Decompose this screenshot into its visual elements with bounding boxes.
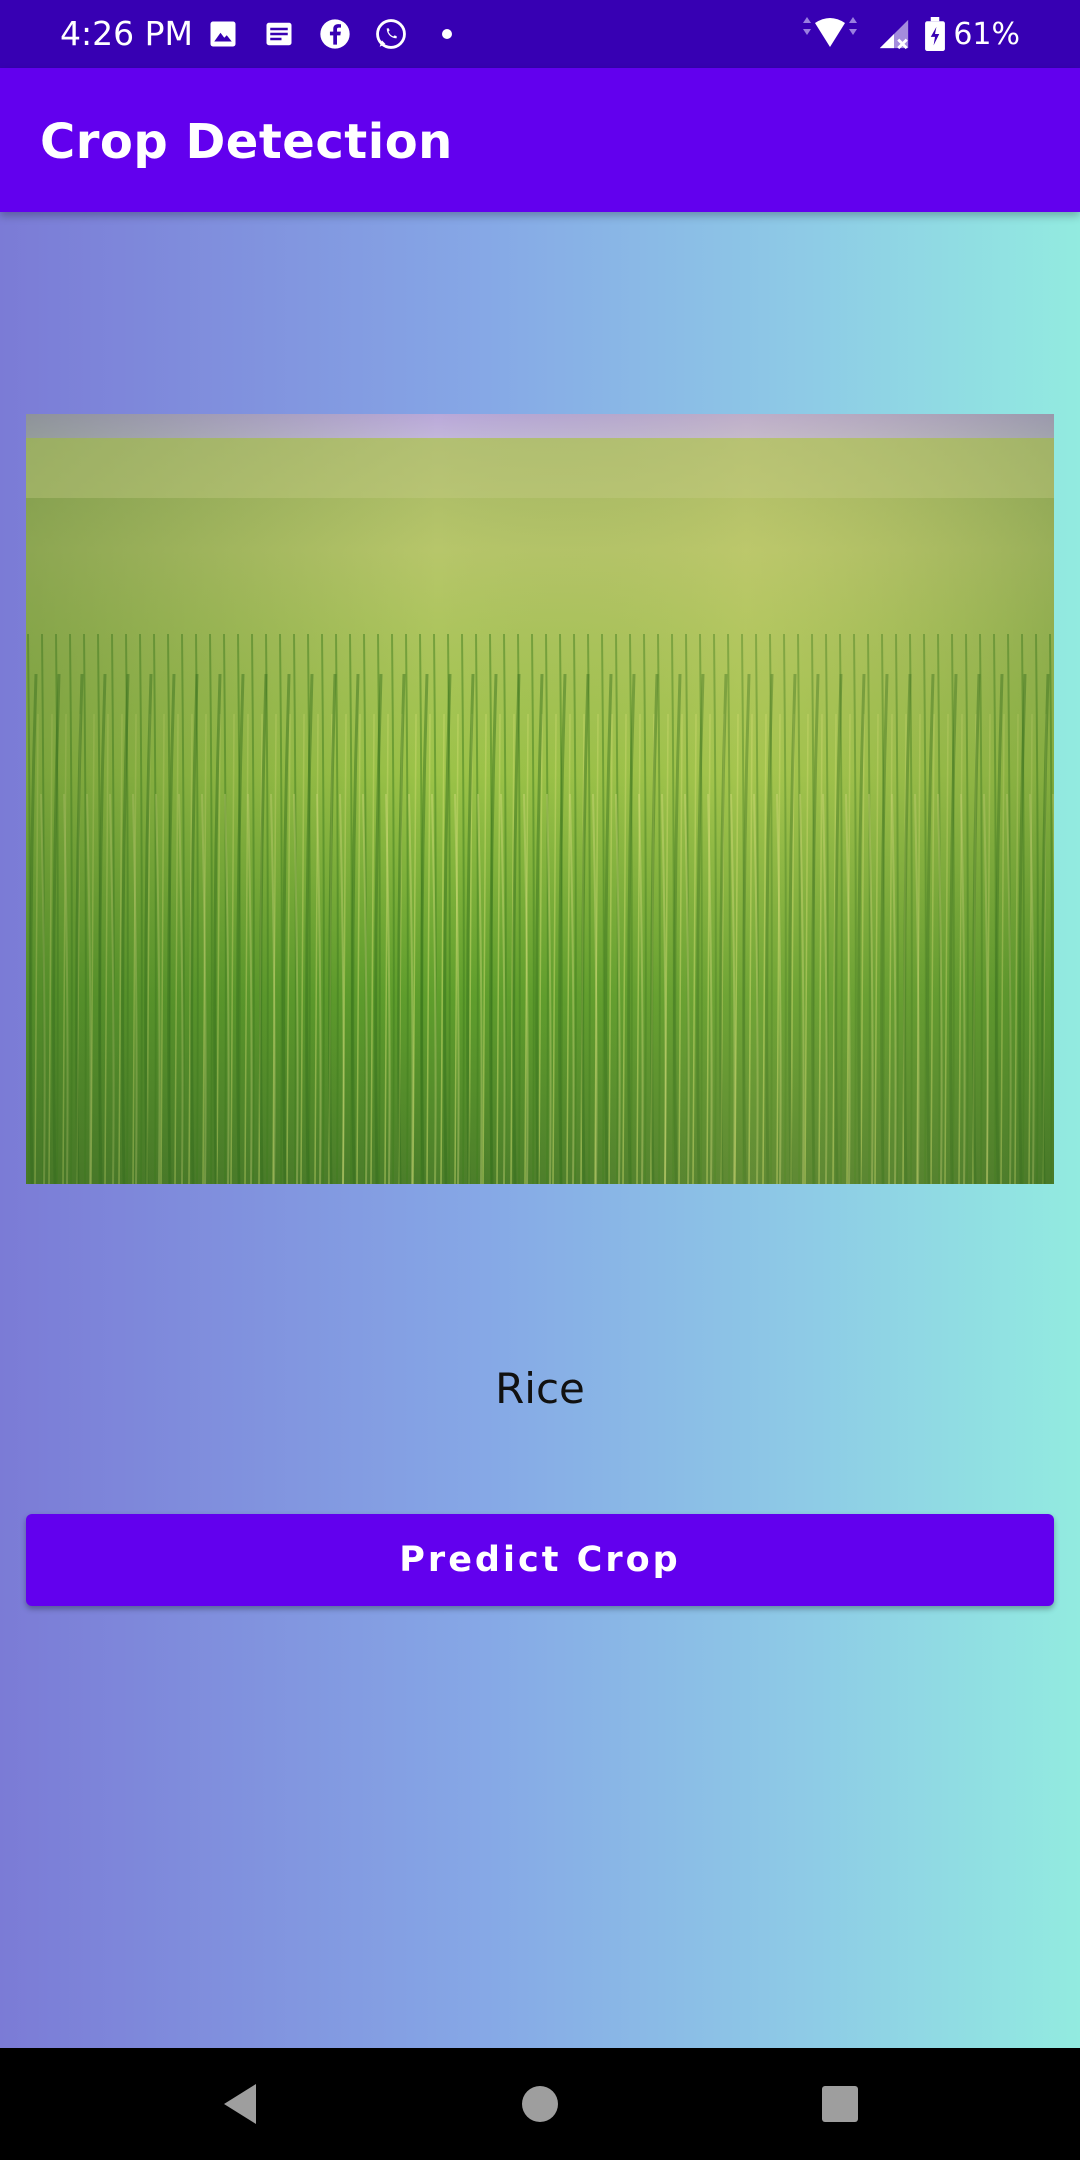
- news-icon: [262, 17, 296, 51]
- back-icon[interactable]: [212, 2076, 268, 2132]
- system-icons: 61%: [783, 14, 1020, 54]
- navigation-bar: [0, 2048, 1080, 2160]
- home-icon[interactable]: [512, 2076, 568, 2132]
- battery-icon: [925, 17, 946, 51]
- status-time: 4:26 PM: [60, 14, 193, 53]
- app-title: Crop Detection: [40, 114, 453, 170]
- prediction-result: Rice: [495, 1364, 585, 1413]
- app-bar: Crop Detection: [0, 68, 1080, 212]
- status-bar: 4:26 PM 61%: [0, 0, 1080, 68]
- screen: 4:26 PM 61% Crop Detection Rice Predict …: [0, 0, 1080, 2160]
- dot-icon: [430, 17, 464, 51]
- image-icon: [206, 17, 240, 51]
- recents-icon[interactable]: [812, 2076, 868, 2132]
- notification-icons: [206, 14, 486, 54]
- signal-icon: [877, 17, 911, 51]
- crop-image: [26, 414, 1054, 1184]
- main-content: Rice Predict Crop: [0, 212, 1080, 2048]
- crop-image-container: [26, 414, 1054, 1184]
- whatsapp-icon: [374, 17, 408, 51]
- facebook-icon: [318, 17, 352, 51]
- predict-crop-button[interactable]: Predict Crop: [26, 1514, 1054, 1606]
- battery-percentage: 61%: [953, 16, 1020, 52]
- wifi-icon: [797, 17, 863, 51]
